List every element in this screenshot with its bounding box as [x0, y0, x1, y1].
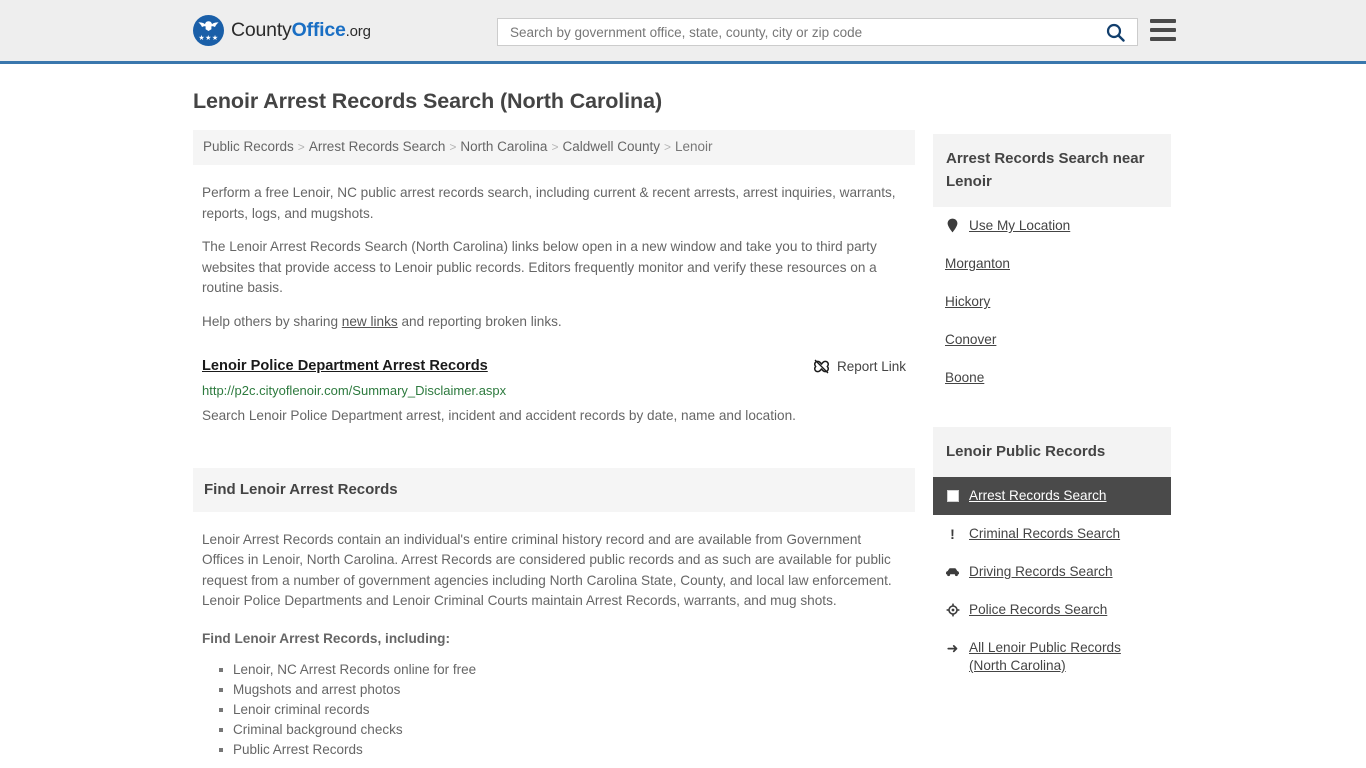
- brand-part-office: Office: [291, 19, 346, 41]
- find-records-subheading: Find Lenoir Arrest Records, including:: [202, 631, 450, 647]
- handcuffs-icon: [945, 487, 960, 504]
- share-text-after: and reporting broken links.: [397, 313, 562, 329]
- breadcrumb: Public Records > Arrest Records Search > Nor…: [193, 130, 915, 166]
- result-description: Search Lenoir Police Department arrest, …: [202, 408, 796, 424]
- brand-wordmark: CountyOffice.org: [231, 19, 371, 42]
- list-item: Lenoir criminal records: [219, 700, 906, 720]
- sidebar-item-label: All Lenoir Public Records (North Carolin…: [969, 640, 1121, 673]
- sidebar-item-label: Arrest Records Search: [969, 488, 1107, 503]
- sidebar-item-morganton[interactable]: Morganton: [933, 245, 1171, 283]
- sidebar-item-use-my-location[interactable]: Use My Location: [933, 207, 1171, 245]
- breadcrumb-separator: >: [449, 140, 457, 154]
- search-bar: [497, 18, 1138, 46]
- find-records-list: Lenoir, NC Arrest Records online for fre…: [202, 660, 906, 760]
- countyoffice-logo-icon: ★★★: [193, 15, 224, 46]
- share-text-before: Help others by sharing: [202, 313, 342, 329]
- hamburger-bar-2: [1150, 28, 1176, 32]
- brand-part-dotorg: .org: [345, 23, 371, 40]
- result-url[interactable]: http://p2c.cityoflenoir.com/Summary_Disc…: [202, 383, 906, 399]
- find-records-heading: Find Lenoir Arrest Records: [193, 468, 915, 513]
- sidebar-item-label: Police Records Search: [969, 602, 1108, 617]
- sidebar-item-boone[interactable]: Boone: [933, 359, 1171, 397]
- report-link-button[interactable]: Report Link: [813, 357, 906, 375]
- find-records-body: Lenoir Arrest Records contain an individ…: [193, 530, 915, 759]
- main-content: Public Records > Arrest Records Search > Nor…: [193, 130, 915, 760]
- sidebar-records-block: Lenoir Public Records Arrest Records Sea…: [933, 427, 1171, 685]
- sidebar-item-label: Morganton: [945, 256, 1010, 271]
- breadcrumb-item-caldwell-county[interactable]: Caldwell County: [562, 139, 660, 154]
- intro-paragraph-3: Help others by sharing new links and rep…: [193, 312, 915, 333]
- map-pin-icon: [945, 217, 960, 234]
- sidebar-item-hickory[interactable]: Hickory: [933, 283, 1171, 321]
- page-container: Lenoir Arrest Records Search (North Caro…: [0, 89, 1366, 760]
- breadcrumb-item-public-records[interactable]: Public Records: [203, 139, 294, 154]
- sidebar-item-label: Criminal Records Search: [969, 526, 1121, 541]
- logo-stars: ★★★: [198, 35, 219, 42]
- sidebar: Arrest Records Search near Lenoir Use My…: [933, 134, 1171, 685]
- breadcrumb-item-arrest-records-search[interactable]: Arrest Records Search: [309, 139, 446, 154]
- menu-button[interactable]: [1150, 19, 1176, 41]
- sidebar-item-police-records-search[interactable]: Police Records Search: [933, 591, 1171, 629]
- search-icon: [1106, 23, 1125, 42]
- report-link-label: Report Link: [836, 359, 906, 375]
- sidebar-item-label: Use My Location: [969, 218, 1071, 233]
- list-item: Public Arrest Records: [219, 740, 906, 760]
- page-title: Lenoir Arrest Records Search (North Caro…: [193, 89, 663, 113]
- sidebar-item-driving-records-search[interactable]: Driving Records Search: [933, 553, 1171, 591]
- site-logo-link[interactable]: ★★★ CountyOffice.org: [193, 15, 371, 46]
- breadcrumb-separator: >: [297, 140, 305, 154]
- result-listing: Lenoir Police Department Arrest Records …: [193, 357, 915, 426]
- breadcrumb-separator: >: [664, 140, 672, 154]
- sidebar-near-list: Use My Location Morganton Hickory Conove…: [933, 207, 1171, 397]
- breadcrumb-item-lenoir: Lenoir: [675, 139, 713, 154]
- sidebar-item-label: Conover: [945, 332, 997, 347]
- brand-part-county: County: [231, 19, 292, 41]
- breadcrumb-item-north-carolina[interactable]: North Carolina: [460, 139, 547, 154]
- breadcrumb-separator: >: [551, 140, 559, 154]
- broken-link-icon: [813, 359, 829, 374]
- sidebar-records-list: Arrest Records Search ! Criminal Records…: [933, 477, 1171, 685]
- sidebar-item-label: Boone: [945, 370, 985, 385]
- sidebar-item-label: Hickory: [945, 294, 991, 309]
- sidebar-item-label: Driving Records Search: [969, 564, 1113, 579]
- site-header: ★★★ CountyOffice.org: [0, 0, 1366, 64]
- exclamation-icon: !: [950, 525, 955, 542]
- new-links-link[interactable]: new links: [342, 314, 398, 329]
- intro-paragraph-1: Perform a free Lenoir, NC public arrest …: [202, 185, 896, 221]
- hamburger-bar-1: [1150, 19, 1176, 23]
- search-button[interactable]: [1102, 19, 1137, 45]
- car-icon: [945, 563, 960, 580]
- police-badge-icon: [945, 601, 960, 618]
- sidebar-records-heading: Lenoir Public Records: [933, 427, 1171, 477]
- list-item: Criminal background checks: [219, 720, 906, 740]
- sidebar-item-all-public-records[interactable]: ➜ All Lenoir Public Records (North Carol…: [933, 629, 1171, 685]
- list-item: Mugshots and arrest photos: [219, 680, 906, 700]
- sidebar-near-heading: Arrest Records Search near Lenoir: [933, 134, 1171, 207]
- list-item: Lenoir, NC Arrest Records online for fre…: [219, 660, 906, 680]
- hamburger-bar-3: [1150, 37, 1176, 41]
- intro-paragraph-2: The Lenoir Arrest Records Search (North …: [202, 239, 877, 296]
- sidebar-item-arrest-records-search[interactable]: Arrest Records Search: [933, 477, 1171, 515]
- find-records-paragraph: Lenoir Arrest Records contain an individ…: [202, 532, 892, 609]
- sidebar-item-criminal-records-search[interactable]: ! Criminal Records Search: [933, 515, 1171, 553]
- result-title-link[interactable]: Lenoir Police Department Arrest Records: [202, 357, 488, 375]
- arrow-right-icon: ➜: [946, 639, 959, 656]
- search-input[interactable]: [498, 19, 1102, 45]
- sidebar-item-conover[interactable]: Conover: [933, 321, 1171, 359]
